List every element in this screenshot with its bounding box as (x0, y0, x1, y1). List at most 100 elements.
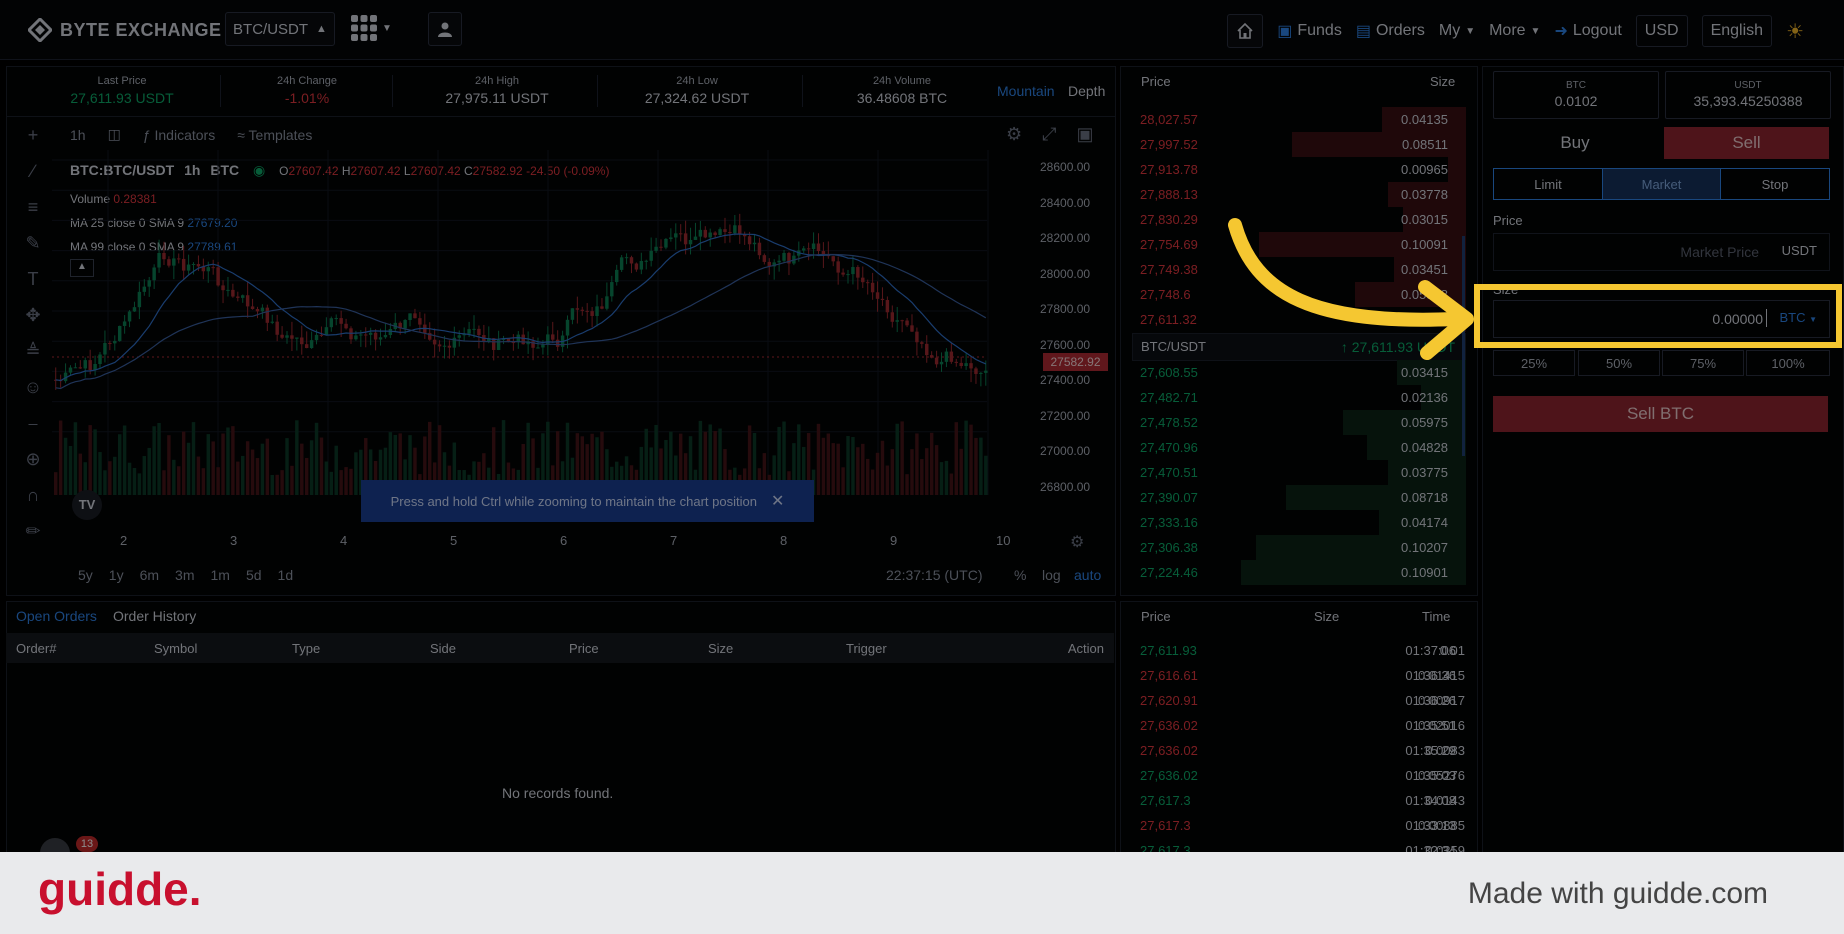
candle (117, 325, 122, 341)
limit-tab[interactable]: Limit (1493, 168, 1603, 200)
pattern-icon[interactable]: ✥ (20, 305, 46, 325)
candle (280, 334, 284, 338)
y-tick: 27000.00 (1040, 444, 1091, 458)
market-tab[interactable]: Market (1602, 168, 1721, 200)
funds-link[interactable]: ▣ Funds (1277, 21, 1342, 41)
brush-icon[interactable]: ✎ (20, 233, 46, 253)
forecast-icon[interactable]: ≜ (20, 341, 46, 361)
pct-25-button[interactable]: 25% (1493, 350, 1575, 376)
candle (108, 343, 112, 345)
volume-bar (167, 435, 171, 495)
fullscreen-icon[interactable]: ⤢ (1042, 124, 1056, 145)
range-6m[interactable]: 6m (140, 567, 159, 583)
range-1m[interactable]: 1m (211, 567, 230, 583)
ask-size: 0.00965 (1401, 162, 1448, 177)
stop-tab[interactable]: Stop (1720, 168, 1830, 200)
pct-50-button[interactable]: 50% (1578, 350, 1660, 376)
price-field[interactable]: Market Price USDT (1493, 233, 1830, 271)
bid-row[interactable]: 27,306.38 0.10207 (1120, 535, 1476, 560)
mountain-toggle[interactable]: Mountain (997, 83, 1055, 99)
trade-price: 27,617.3 (1140, 793, 1191, 808)
ask-row[interactable]: 27,913.78 0.00965 (1120, 157, 1476, 182)
candle (364, 334, 368, 336)
chevron-down-icon: ▼ (1530, 25, 1541, 37)
axis-settings-gear-icon[interactable]: ⚙ (1070, 532, 1084, 552)
my-menu[interactable]: My ▼ (1439, 22, 1475, 40)
interval-button[interactable]: 1h (70, 127, 86, 143)
tab-order-history[interactable]: Order History (113, 608, 196, 624)
user-button[interactable] (428, 12, 462, 46)
pct-100-button[interactable]: 100% (1746, 350, 1830, 376)
bid-row[interactable]: 27,470.51 0.03775 (1120, 460, 1476, 485)
bid-price: 27,333.16 (1140, 515, 1198, 530)
magnet-icon[interactable]: ∩ (20, 485, 46, 505)
auto-scale-toggle[interactable]: auto (1074, 567, 1101, 583)
volume-bar (959, 448, 963, 495)
guidde-logo[interactable]: guidde. (38, 862, 202, 916)
brand-logo[interactable]: BYTE EXCHANGE (28, 18, 222, 42)
candle (875, 292, 880, 299)
candle (861, 277, 865, 283)
range-1d[interactable]: 1d (278, 567, 294, 583)
orders-link[interactable]: ▤ Orders (1356, 21, 1425, 41)
balance-value: 35,393.45250388 (1693, 93, 1803, 109)
settings-gear-icon[interactable]: ⚙ (1006, 124, 1022, 145)
language-selector[interactable]: English (1701, 15, 1773, 47)
column-header: Order# (16, 641, 57, 656)
footer-banner: guidde. Made with guidde.com (0, 852, 1844, 934)
buy-tab[interactable]: Buy (1493, 127, 1657, 159)
camera-icon[interactable]: ▣ (1077, 124, 1094, 145)
sell-tab[interactable]: Sell (1664, 127, 1829, 159)
log-scale-toggle[interactable]: log (1042, 567, 1061, 583)
volume-bar (245, 441, 250, 495)
theme-sun-icon[interactable]: ☀ (1786, 19, 1804, 44)
bid-row[interactable]: 27,390.07 0.08718 (1120, 485, 1476, 510)
ask-row[interactable]: 27,997.52 0.08511 (1120, 132, 1476, 157)
ruler-icon[interactable]: ⎯ (20, 413, 46, 433)
fib-icon[interactable]: ≡ (20, 197, 46, 217)
text-icon[interactable]: T (20, 269, 46, 289)
home-button[interactable] (1227, 14, 1264, 48)
zoom-icon[interactable]: ⊕ (20, 449, 46, 469)
candle (664, 238, 668, 248)
bid-row[interactable]: 27,482.71 0.02136 (1120, 385, 1476, 410)
column-header: Price (569, 641, 599, 656)
range-3m[interactable]: 3m (175, 567, 194, 583)
tradingview-logo-icon[interactable]: TV (72, 490, 102, 520)
tab-open-orders[interactable]: Open Orders (16, 608, 97, 624)
candle (949, 351, 954, 362)
pct-75-button[interactable]: 75% (1662, 350, 1744, 376)
logout-link[interactable]: ➜ Logout (1554, 21, 1621, 41)
bid-row[interactable]: 27,478.52 0.05975 (1120, 410, 1476, 435)
percent-scale-toggle[interactable]: % (1014, 567, 1026, 583)
close-icon[interactable]: ✕ (771, 491, 784, 511)
pair-selector[interactable]: BTC/USDT ▲ (225, 12, 335, 46)
candle-type-icon[interactable]: ◫ (108, 126, 121, 143)
templates-button[interactable]: ≈ Templates (237, 127, 312, 143)
bid-row[interactable]: 27,333.16 0.04174 (1120, 510, 1476, 535)
depth-toggle[interactable]: Depth (1068, 83, 1105, 99)
candle (241, 295, 245, 298)
bid-price: 27,470.51 (1140, 465, 1198, 480)
candle (196, 264, 201, 267)
lock-drawing-icon[interactable]: ✏ (20, 521, 46, 541)
more-menu[interactable]: More ▼ (1489, 22, 1540, 40)
ask-row[interactable]: 27,888.13 0.03778 (1120, 182, 1476, 207)
indicators-button[interactable]: ƒ Indicators (143, 127, 215, 143)
ask-row[interactable]: 28,027.57 0.04135 (1120, 107, 1476, 132)
range-1y[interactable]: 1y (109, 567, 124, 583)
price-chart[interactable] (52, 150, 1032, 528)
currency-selector[interactable]: USD (1635, 15, 1688, 47)
bid-row[interactable]: 27,224.46 0.10901 (1120, 560, 1476, 585)
volume-bar (216, 467, 220, 495)
sell-btc-button[interactable]: Sell BTC (1493, 396, 1828, 432)
range-5y[interactable]: 5y (78, 567, 93, 583)
candle (555, 339, 560, 347)
crosshair-icon[interactable]: + (20, 125, 46, 145)
range-5d[interactable]: 5d (246, 567, 262, 583)
volume-bar (157, 422, 161, 495)
trendline-icon[interactable]: ∕ (20, 161, 46, 181)
bid-row[interactable]: 27,470.96 0.04828 (1120, 435, 1476, 460)
apps-menu[interactable]: ▼ (350, 14, 392, 42)
emoji-icon[interactable]: ☺ (20, 377, 46, 397)
